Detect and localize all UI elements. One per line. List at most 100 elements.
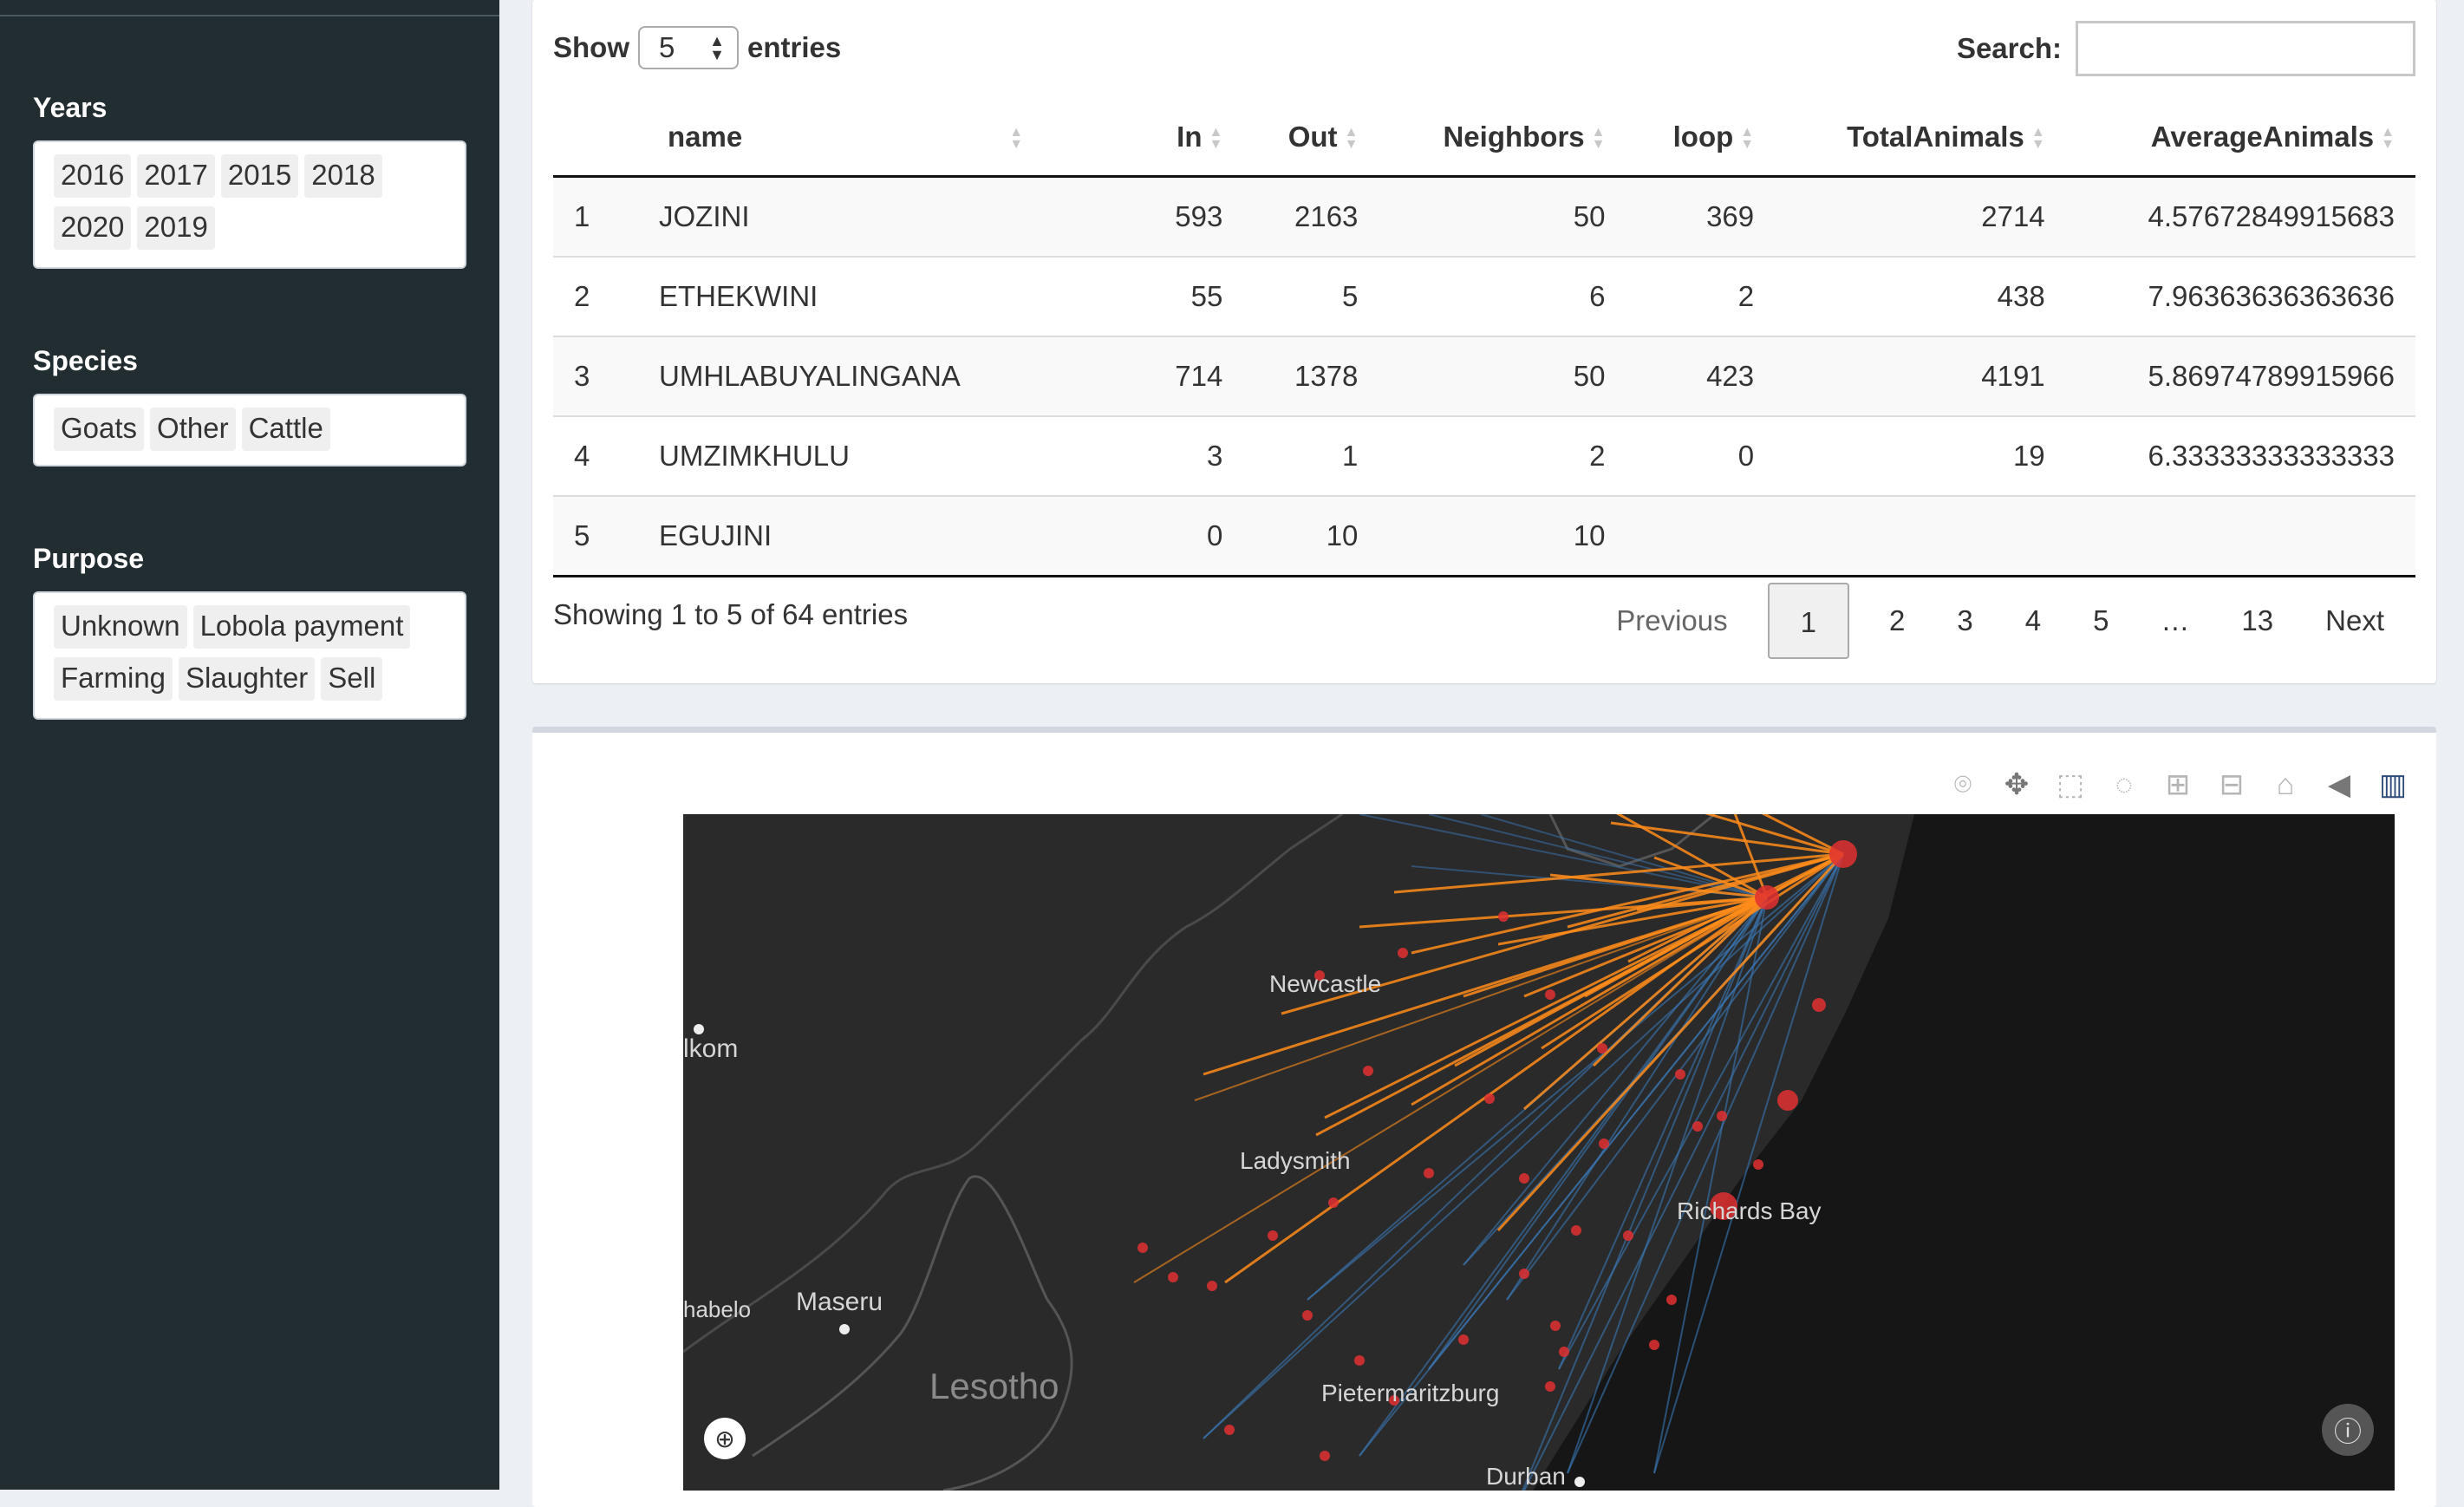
column-header-totalanimals[interactable]: TotalAnimals ▲ ▼ xyxy=(1775,99,2066,178)
map-node xyxy=(1755,885,1779,910)
column-header-averageanimals[interactable]: AverageAnimals ▲ ▼ xyxy=(2065,99,2415,178)
page-length-control: Show 5 ▲ ▼ entries xyxy=(553,26,841,69)
table-row[interactable]: 3 UMHLABUYALINGANA 714 1378 50 423 4191 5.86974… xyxy=(553,336,2415,417)
purpose-chip[interactable]: Lobola payment xyxy=(192,605,411,649)
page-length-select[interactable]: 5 ▲ ▼ xyxy=(638,26,739,69)
table-cell: 5 xyxy=(553,496,616,577)
table-cell: 3 xyxy=(1135,416,1244,497)
column-header-label: AverageAnimals xyxy=(2150,121,2375,153)
map-node xyxy=(1545,989,1555,1000)
sort-icon: ▲ ▼ xyxy=(1344,125,1359,153)
years-chip[interactable]: 2018 xyxy=(304,154,382,198)
column-header-label: Neighbors xyxy=(1443,121,1585,153)
column-header-name[interactable]: name ▲ ▼ xyxy=(616,99,1136,178)
years-chip[interactable]: 2019 xyxy=(137,206,215,250)
table-row[interactable]: 2 ETHEKWINI 55 5 6 2 438 7.96363636363636 xyxy=(553,257,2415,337)
page-button[interactable]: 2 xyxy=(1863,583,1931,659)
purpose-chip[interactable]: Slaughter xyxy=(179,657,316,701)
page-button[interactable]: 4 xyxy=(1999,583,2067,659)
map-node xyxy=(1168,1272,1178,1282)
page-button[interactable]: 3 xyxy=(1931,583,1998,659)
table-cell: 369 xyxy=(1626,176,1776,258)
column-header-loop[interactable]: loop ▲ ▼ xyxy=(1626,99,1776,178)
map-canvas[interactable]: Newcastle lkom Ladysmith Richards Bay ha… xyxy=(683,814,2395,1491)
purpose-chip[interactable]: Sell xyxy=(321,657,383,701)
map-node xyxy=(1484,1093,1495,1104)
compass-icon[interactable]: ⊕ xyxy=(704,1418,746,1459)
purpose-select[interactable]: Unknown Lobola payment Farming Slaughter Sel… xyxy=(33,591,466,720)
purpose-chip[interactable]: Farming xyxy=(54,657,173,701)
table-cell: 2163 xyxy=(1243,176,1379,258)
map-node xyxy=(1812,998,1826,1012)
flow-line xyxy=(1705,814,1844,856)
species-chip[interactable]: Goats xyxy=(54,408,145,451)
table-cell: 5 xyxy=(1243,257,1379,337)
lesotho-border xyxy=(752,1175,1073,1491)
table-cell: 55 xyxy=(1135,257,1244,337)
column-header-neighbors[interactable]: Neighbors ▲ ▼ xyxy=(1379,99,1626,178)
years-chip[interactable]: 2015 xyxy=(220,154,299,198)
sort-icon: ▲ ▼ xyxy=(2031,125,2045,153)
page-button[interactable]: 13 xyxy=(2215,583,2299,659)
years-select[interactable]: 2016 2017 2015 2018 2020 2019 xyxy=(33,140,466,269)
search-input[interactable] xyxy=(2076,21,2415,76)
table-row[interactable]: 1 JOZINI 593 2163 50 369 2714 4.57672849915683 xyxy=(553,176,2415,258)
years-label: Years xyxy=(33,92,108,123)
map-node xyxy=(1519,1173,1529,1184)
home-icon[interactable]: ⌂ xyxy=(2268,767,2303,802)
map-node xyxy=(1268,1230,1278,1241)
table-cell: 2 xyxy=(1626,257,1776,337)
table-cell: 10 xyxy=(1243,496,1379,577)
table-cell xyxy=(1775,496,2066,577)
table-cell: 4191 xyxy=(1775,336,2066,417)
sidebar-divider xyxy=(0,15,499,16)
map-label-thabelo: habelo xyxy=(683,1296,752,1322)
species-chip[interactable]: Other xyxy=(150,408,236,451)
camera-icon[interactable]: ⌾ xyxy=(1946,767,1980,802)
years-chip[interactable]: 2020 xyxy=(54,206,132,250)
hover-icon[interactable]: ◀ xyxy=(2322,767,2356,802)
info-icon[interactable]: ⓘ xyxy=(2322,1404,2374,1456)
lasso-icon[interactable]: ◌ xyxy=(2107,767,2141,802)
map-node xyxy=(1559,1347,1569,1357)
page-button[interactable]: 1 xyxy=(1767,583,1849,659)
city-marker xyxy=(1574,1477,1585,1487)
pan-icon[interactable]: ✥ xyxy=(1999,767,2034,802)
page-length-value: 5 xyxy=(659,31,675,63)
table-cell: UMHLABUYALINGANA xyxy=(616,336,1136,417)
years-chip[interactable]: 2017 xyxy=(137,154,215,198)
next-page-button[interactable]: Next xyxy=(2299,583,2410,659)
species-chip[interactable]: Cattle xyxy=(241,408,330,451)
table-cell: 10 xyxy=(1379,496,1626,577)
species-select[interactable]: Goats Other Cattle xyxy=(33,394,466,466)
map-node xyxy=(1545,1381,1555,1392)
flow-line xyxy=(1133,897,1768,1283)
table-cell: 0 xyxy=(1626,416,1776,497)
map-node xyxy=(1363,1066,1373,1076)
column-header-out[interactable]: Out ▲ ▼ xyxy=(1243,99,1379,178)
purpose-chip[interactable]: Unknown xyxy=(54,605,187,649)
map-node xyxy=(1777,1090,1798,1111)
search-control: Search: xyxy=(1957,21,2415,76)
plotly-logo-icon[interactable]: ▥ xyxy=(2376,767,2410,802)
map-label-richards-bay: Richards Bay xyxy=(1677,1197,1822,1224)
map-node xyxy=(1571,1225,1581,1236)
sort-icon: ▲ ▼ xyxy=(1740,125,1755,153)
table-row[interactable]: 5 EGUJINI 0 10 10 xyxy=(553,496,2415,577)
table-row[interactable]: 4 UMZIMKHULU 3 1 2 0 19 6.33333333333333 xyxy=(553,416,2415,497)
table-cell: ETHEKWINI xyxy=(616,257,1136,337)
zoom-out-icon[interactable]: ⊟ xyxy=(2214,767,2249,802)
years-chip[interactable]: 2016 xyxy=(54,154,132,198)
table-cell: UMZIMKHULU xyxy=(616,416,1136,497)
box-select-icon[interactable]: ⬚ xyxy=(2053,767,2088,802)
table-cell: 3 xyxy=(553,336,616,417)
table-cell: 50 xyxy=(1379,176,1626,258)
map-label-pietermaritzburg: Pietermaritzburg xyxy=(1321,1380,1500,1406)
previous-page-button[interactable]: Previous xyxy=(1590,583,1753,659)
zoom-in-icon[interactable]: ⊞ xyxy=(2161,767,2195,802)
map-node xyxy=(1302,1310,1313,1321)
page-button[interactable]: 5 xyxy=(2067,583,2135,659)
table-info: Showing 1 to 5 of 64 entries xyxy=(553,598,909,630)
column-header-in[interactable]: In ▲ ▼ xyxy=(1135,99,1244,178)
plot-modebar: ⌾ ✥ ⬚ ◌ ⊞ ⊟ ⌂ ◀ ▥ xyxy=(1946,767,2410,802)
